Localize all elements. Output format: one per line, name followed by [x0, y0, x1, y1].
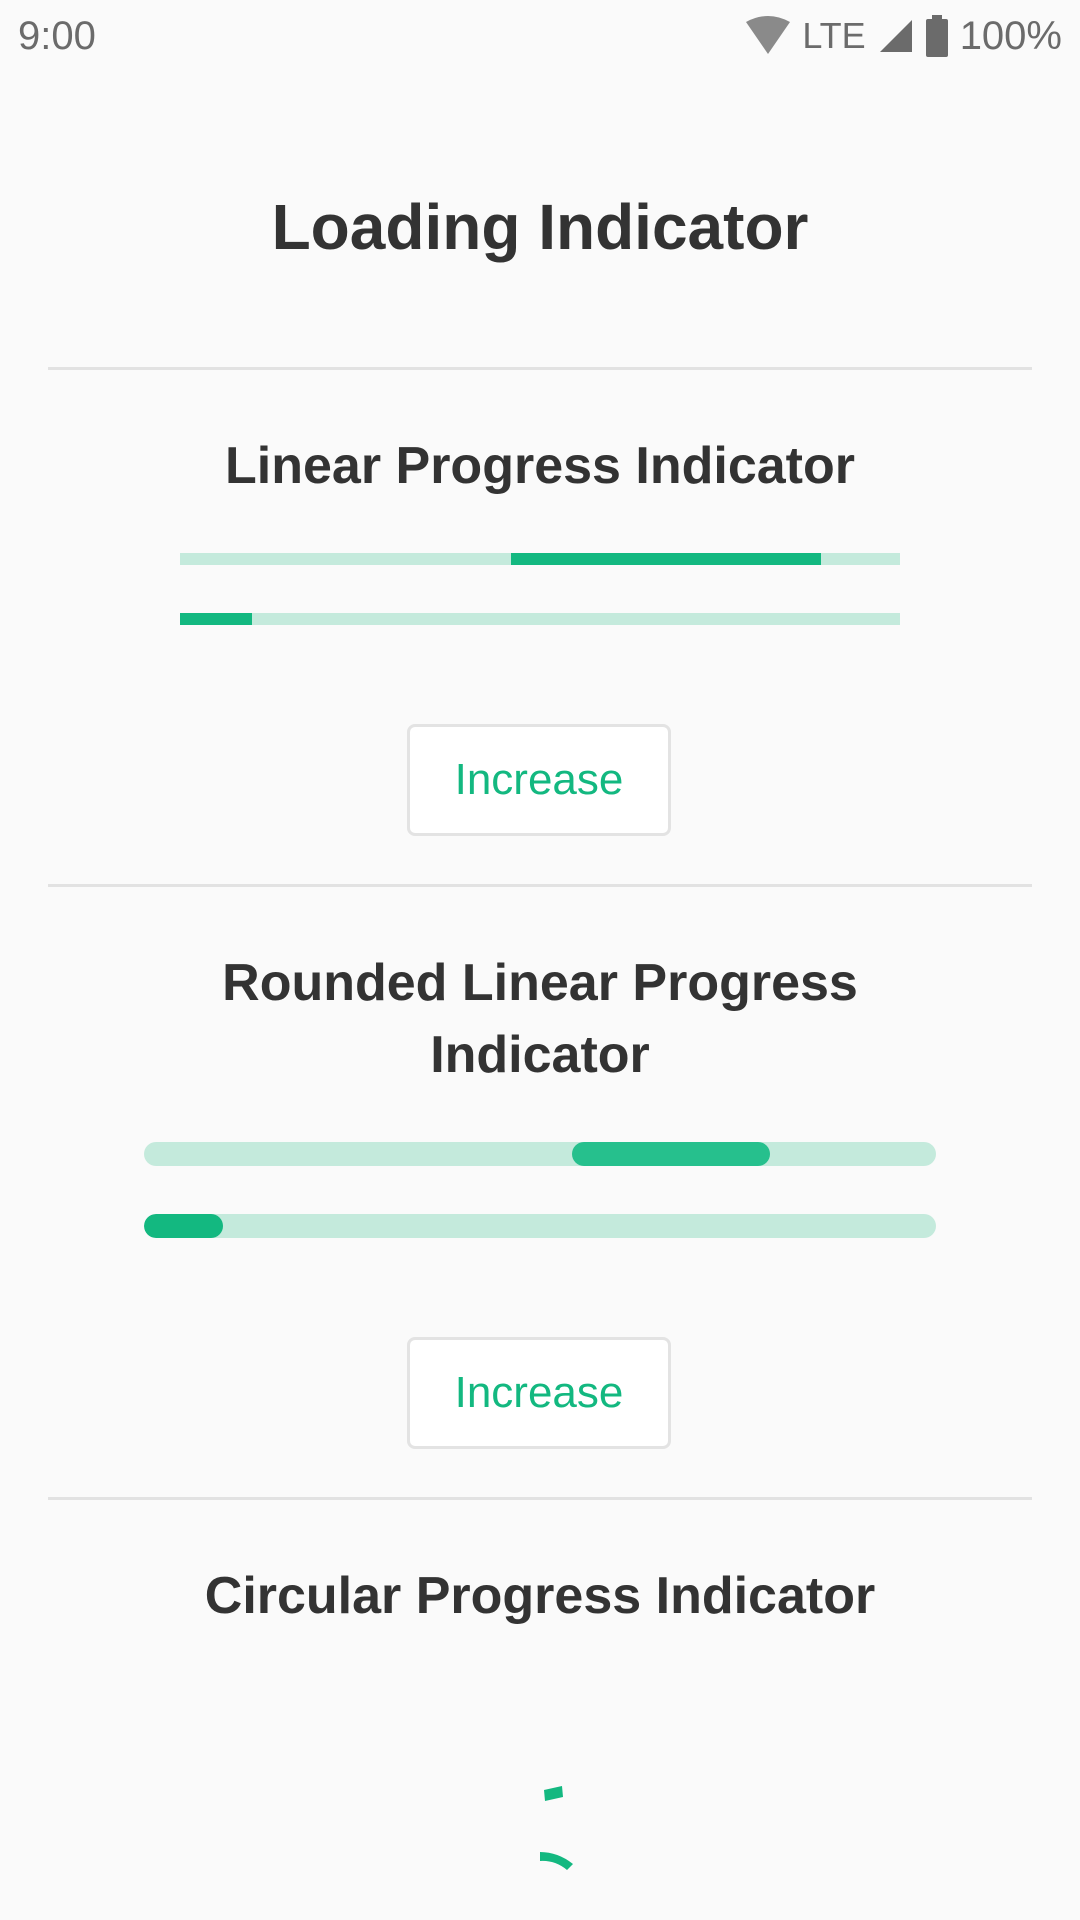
status-icons: LTE 100%: [744, 12, 1062, 60]
wifi-icon: [744, 16, 792, 56]
linear-determinate-fill: [180, 613, 252, 625]
rounded-section-title: Rounded Linear Progress Indicator: [222, 954, 858, 1084]
rounded-indeterminate-progress: [144, 1142, 936, 1166]
status-time: 9:00: [18, 14, 96, 58]
battery-percentage: 100%: [959, 13, 1062, 58]
linear-section-title: Linear Progress Indicator: [225, 437, 855, 495]
linear-determinate-progress: [180, 613, 900, 625]
divider: [48, 884, 1032, 887]
linear-indeterminate-fill: [511, 553, 821, 565]
divider: [48, 367, 1032, 370]
linear-indeterminate-progress: [180, 553, 900, 565]
rounded-increase-button[interactable]: Increase: [407, 1337, 671, 1449]
cell-signal-icon: [878, 18, 914, 54]
rounded-indeterminate-fill: [571, 1142, 770, 1166]
network-label: LTE: [802, 15, 866, 56]
rounded-determinate-progress: [144, 1214, 936, 1238]
page-title: Loading Indicator: [271, 191, 809, 263]
circular-section-title: Circular Progress Indicator: [204, 1567, 876, 1625]
status-bar: 9:00 LTE 100%: [0, 0, 1080, 72]
divider: [48, 1497, 1032, 1500]
circular-progress-spinner: [540, 1786, 573, 1870]
rounded-determinate-fill: [144, 1214, 224, 1238]
battery-icon: [924, 15, 950, 57]
linear-increase-button[interactable]: Increase: [407, 724, 671, 836]
